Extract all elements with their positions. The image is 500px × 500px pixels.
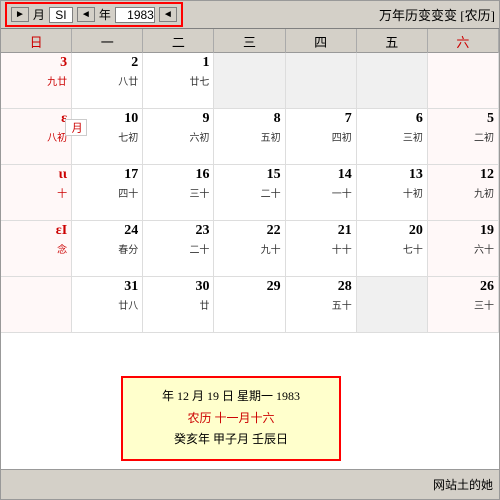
cal-day-6[interactable]: 6 三初 <box>357 109 428 165</box>
cal-day-20[interactable]: 20 七十 <box>357 221 428 277</box>
dow-sat: 六 <box>428 29 499 54</box>
cal-cell-empty <box>214 53 285 109</box>
cal-day-31[interactable]: 31 廿八 <box>72 277 143 333</box>
week-row-2: 5 二初 6 三初 7 四初 8 五初 9 六初 10 七初 <box>1 109 499 165</box>
cal-cell-empty <box>286 53 357 109</box>
cal-day-19[interactable]: 19 六十 <box>428 221 499 277</box>
cal-cell-empty <box>357 53 428 109</box>
popup-line1: 1983 年 12 月 19 日 星期一 <box>133 386 329 408</box>
cal-day-10[interactable]: 10 七初 <box>72 109 143 165</box>
cal-day-30[interactable]: 30 廿 <box>143 277 214 333</box>
week-row-3: 12 九初 13 十初 14 一十 15 二十 16 三十 17 四十 <box>1 165 499 221</box>
cal-day-14[interactable]: 14 一十 <box>286 165 357 221</box>
cal-day-5[interactable]: 5 二初 <box>428 109 499 165</box>
month-arrow-right[interactable]: ► <box>11 7 29 22</box>
cal-day-12[interactable]: 12 九初 <box>428 165 499 221</box>
cal-day-17[interactable]: 17 四十 <box>72 165 143 221</box>
popup-line2: 农历 十一月十六 <box>133 408 329 430</box>
cal-day-22[interactable]: 22 九十 <box>214 221 285 277</box>
month-input[interactable] <box>49 7 73 23</box>
month-label: 月 <box>33 6 45 23</box>
cal-day-18[interactable]: εΙ 念 <box>1 221 72 277</box>
year-input[interactable] <box>115 7 155 23</box>
cal-day-26[interactable]: 26 三十 <box>428 277 499 333</box>
cal-day-21[interactable]: 21 十十 <box>286 221 357 277</box>
year-label: 年 <box>99 6 111 23</box>
month-arrow-left[interactable]: ◄ <box>77 7 95 22</box>
year-arrow-left[interactable]: ◄ <box>159 7 177 22</box>
cal-cell-empty <box>428 53 499 109</box>
cal-day-13[interactable]: 13 十初 <box>357 165 428 221</box>
week-side-label: 月 <box>65 119 87 136</box>
popup-box: 1983 年 12 月 19 日 星期一 农历 十一月十六 癸亥年 甲子月 壬辰… <box>121 376 341 461</box>
bottom-bar: 网站土的她 <box>1 469 499 499</box>
week-row-4: 19 六十 20 七十 21 十十 22 九十 23 二十 24 春分 <box>1 221 499 277</box>
cal-day-9[interactable]: 9 六初 <box>143 109 214 165</box>
calendar-body: 1 廿七 2 八廿 3 九廿 5 二初 6 三初 7 <box>1 53 499 333</box>
cal-day-4[interactable]: ε 八初 月 <box>1 109 72 165</box>
dow-header: 六 五 四 三 二 一 日 <box>1 29 499 53</box>
cal-day-11[interactable]: ιι 十 <box>1 165 72 221</box>
dow-mon: 一 <box>72 29 143 54</box>
cal-day-8[interactable]: 8 五初 <box>214 109 285 165</box>
popup-line3: 癸亥年 甲子月 壬辰日 <box>133 429 329 451</box>
cal-day-23[interactable]: 23 二十 <box>143 221 214 277</box>
cal-cell-empty <box>357 277 428 333</box>
cal-day-24[interactable]: 24 春分 <box>72 221 143 277</box>
cal-day-29[interactable]: 29 <box>214 277 285 333</box>
cal-day-15[interactable]: 15 二十 <box>214 165 285 221</box>
bottom-link[interactable]: 网站土的她 <box>433 476 493 493</box>
cal-day-2[interactable]: 2 八廿 <box>72 53 143 109</box>
week-row-1: 1 廿七 2 八廿 3 九廿 <box>1 53 499 109</box>
cal-cell-empty <box>1 277 72 333</box>
subtitle-text: [农历] 万年历变变变 <box>183 5 495 24</box>
header-controls: ◄ 年 ◄ 月 ► <box>5 2 183 27</box>
app-container: [农历] 万年历变变变 ◄ 年 ◄ 月 ► 六 五 四 三 二 一 日 1 <box>0 0 500 500</box>
cal-day-3[interactable]: 3 九廿 <box>1 53 72 109</box>
dow-fri: 五 <box>357 29 428 54</box>
cal-day-28[interactable]: 28 五十 <box>286 277 357 333</box>
week-row-5: 26 三十 28 五十 29 30 廿 31 廿八 <box>1 277 499 333</box>
dow-sun: 日 <box>1 29 72 54</box>
cal-day-7[interactable]: 7 四初 <box>286 109 357 165</box>
dow-wed: 三 <box>214 29 285 54</box>
cal-day-1[interactable]: 1 廿七 <box>143 53 214 109</box>
dow-thu: 四 <box>286 29 357 54</box>
cal-day-16[interactable]: 16 三十 <box>143 165 214 221</box>
title-bar: [农历] 万年历变变变 ◄ 年 ◄ 月 ► <box>1 1 499 29</box>
dow-tue: 二 <box>143 29 214 54</box>
